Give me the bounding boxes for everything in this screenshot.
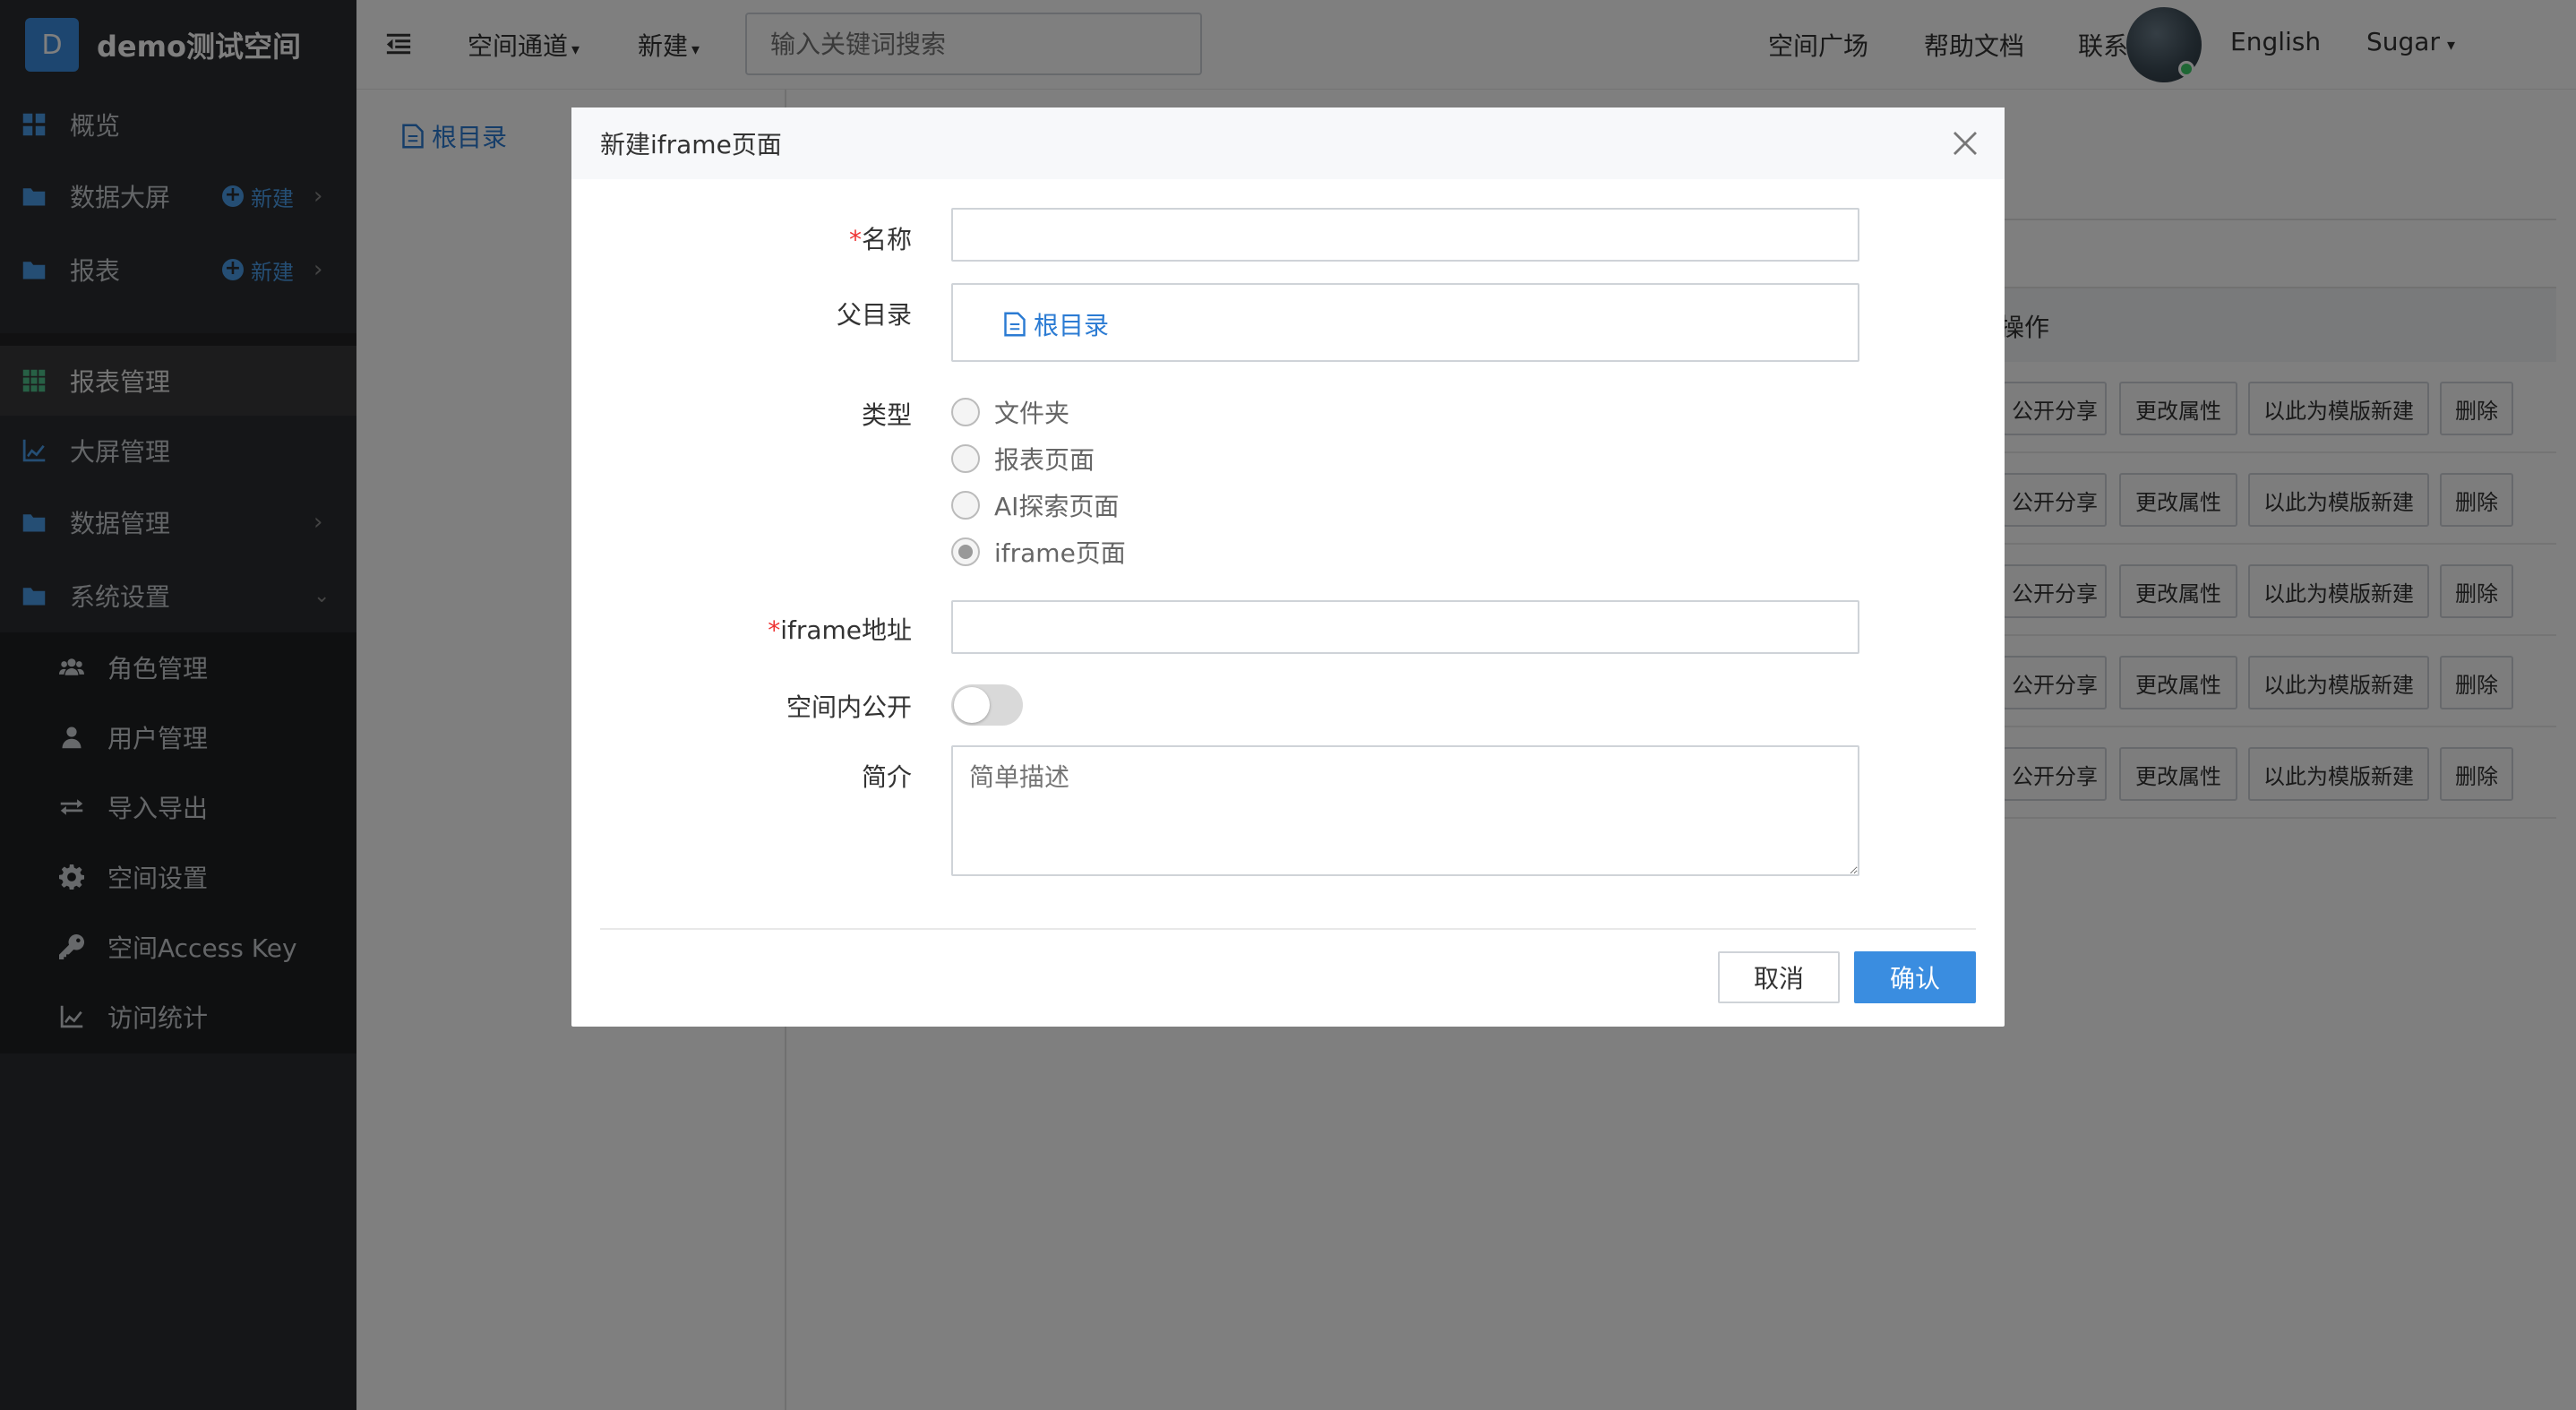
parent-dir-root[interactable]: 根目录 — [1003, 306, 1109, 342]
parent-dir-value: 根目录 — [1034, 311, 1110, 340]
description-label: 简介 — [861, 762, 912, 792]
radio-circle — [951, 444, 980, 473]
iframe-url-input[interactable] — [951, 600, 1859, 654]
iframe-url-label-text: iframe地址 — [780, 615, 912, 645]
radio-label: iframe页面 — [994, 538, 1126, 568]
dialog-footer-divider — [600, 928, 1976, 930]
radio-circle-checked — [951, 537, 980, 566]
name-label: *名称 — [571, 220, 912, 256]
toggle-knob — [954, 687, 990, 723]
radio-circle — [951, 491, 980, 520]
name-input[interactable] — [951, 208, 1859, 262]
public-toggle[interactable] — [951, 684, 1023, 726]
radio-label: AI探索页面 — [994, 492, 1120, 521]
required-mark: * — [848, 225, 862, 254]
description-textarea[interactable] — [951, 745, 1859, 876]
required-mark: * — [768, 615, 781, 645]
type-radio-folder[interactable]: 文件夹 — [951, 394, 1069, 430]
radio-label: 文件夹 — [994, 399, 1070, 428]
new-iframe-dialog: 新建iframe页面 *名称 父目录 根目录 类型 文件夹 报表页面 AI探索页… — [571, 107, 2005, 1027]
close-icon[interactable] — [1951, 129, 1979, 158]
radio-label: 报表页面 — [994, 445, 1095, 475]
parent-dir-selector[interactable]: 根目录 — [951, 283, 1859, 362]
iframe-url-label: *iframe地址 — [571, 611, 912, 647]
type-radio-ai-explore[interactable]: AI探索页面 — [951, 487, 1119, 523]
public-label: 空间内公开 — [786, 692, 912, 722]
type-radio-iframe[interactable]: iframe页面 — [951, 534, 1126, 570]
type-label: 类型 — [861, 400, 912, 430]
dialog-title: 新建iframe页面 — [600, 130, 782, 159]
cancel-button[interactable]: 取消 — [1718, 951, 1840, 1003]
confirm-button[interactable]: 确认 — [1854, 951, 1976, 1003]
radio-circle — [951, 398, 980, 426]
parent-dir-label: 父目录 — [836, 300, 912, 330]
type-radio-report[interactable]: 报表页面 — [951, 441, 1095, 477]
document-icon — [1004, 312, 1026, 337]
dialog-header: 新建iframe页面 — [571, 107, 2005, 179]
name-label-text: 名称 — [861, 225, 912, 254]
